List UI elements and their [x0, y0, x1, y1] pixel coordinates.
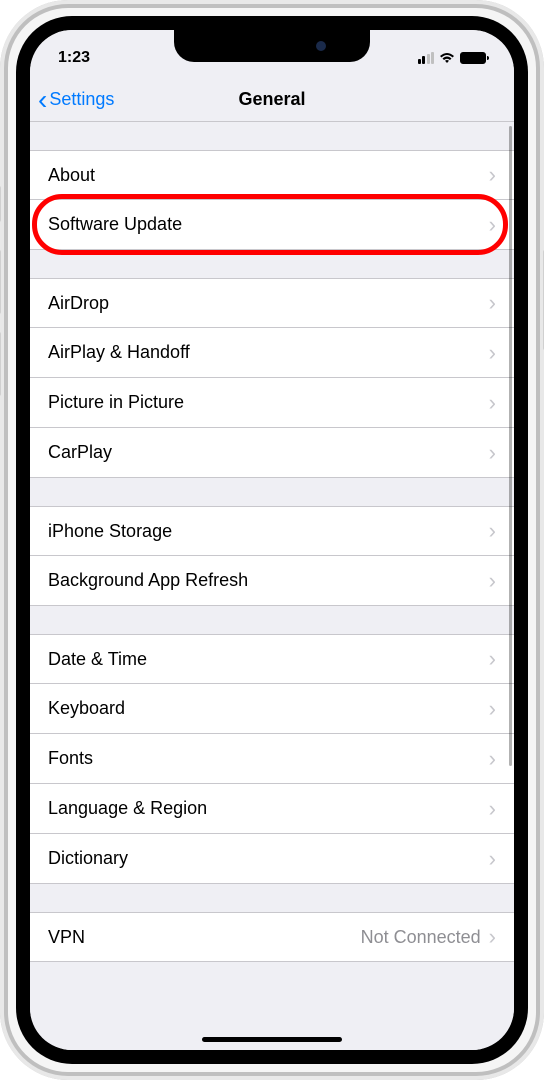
row-label: About	[48, 165, 489, 186]
row-iphone-storage[interactable]: iPhone Storage›	[30, 506, 514, 556]
row-label: CarPlay	[48, 442, 489, 463]
back-label: Settings	[49, 89, 114, 110]
row-fonts[interactable]: Fonts›	[30, 734, 514, 784]
back-button[interactable]: ‹ Settings	[30, 86, 114, 114]
chevron-right-icon: ›	[489, 520, 496, 542]
row-label: Picture in Picture	[48, 392, 489, 413]
row-airdrop[interactable]: AirDrop›	[30, 278, 514, 328]
content-scroll[interactable]: About›Software Update›AirDrop›AirPlay & …	[30, 122, 514, 1050]
chevron-right-icon: ›	[489, 570, 496, 592]
chevron-right-icon: ›	[489, 342, 496, 364]
wifi-icon	[439, 52, 455, 64]
chevron-right-icon: ›	[489, 442, 496, 464]
chevron-right-icon: ›	[489, 926, 496, 948]
row-label: AirDrop	[48, 293, 489, 314]
row-label: iPhone Storage	[48, 521, 489, 542]
row-carplay[interactable]: CarPlay›	[30, 428, 514, 478]
row-date-time[interactable]: Date & Time›	[30, 634, 514, 684]
row-label: Fonts	[48, 748, 489, 769]
status-time: 1:23	[58, 49, 90, 66]
row-label: Software Update	[48, 214, 489, 235]
row-label: Date & Time	[48, 649, 489, 670]
scroll-indicator	[509, 126, 512, 766]
row-airplay-handoff[interactable]: AirPlay & Handoff›	[30, 328, 514, 378]
notch	[174, 30, 370, 62]
chevron-right-icon: ›	[489, 798, 496, 820]
settings-section: Date & Time›Keyboard›Fonts›Language & Re…	[30, 634, 514, 884]
front-camera	[316, 41, 326, 51]
chevron-right-icon: ›	[489, 292, 496, 314]
chevron-right-icon: ›	[489, 392, 496, 414]
silent-switch	[0, 186, 1, 222]
chevron-right-icon: ›	[489, 214, 496, 236]
volume-up-button	[0, 250, 1, 314]
row-label: Language & Region	[48, 798, 489, 819]
page-title: General	[238, 89, 305, 110]
settings-section: VPNNot Connected ›	[30, 912, 514, 962]
chevron-right-icon: ›	[489, 748, 496, 770]
navigation-bar: ‹ Settings General	[30, 78, 514, 122]
row-keyboard[interactable]: Keyboard›	[30, 684, 514, 734]
row-label: Background App Refresh	[48, 570, 489, 591]
chevron-left-icon: ‹	[38, 86, 47, 114]
device-frame: 1:23	[0, 0, 544, 1080]
row-software-update[interactable]: Software Update›	[30, 200, 514, 250]
row-label: Dictionary	[48, 848, 489, 869]
row-label: Keyboard	[48, 698, 489, 719]
volume-down-button	[0, 332, 1, 396]
screen: 1:23	[30, 30, 514, 1050]
settings-section: iPhone Storage›Background App Refresh›	[30, 506, 514, 606]
row-dictionary[interactable]: Dictionary›	[30, 834, 514, 884]
row-background-app-refresh[interactable]: Background App Refresh›	[30, 556, 514, 606]
cellular-signal-icon	[418, 52, 435, 64]
row-label: AirPlay & Handoff	[48, 342, 489, 363]
chevron-right-icon: ›	[489, 698, 496, 720]
chevron-right-icon: ›	[489, 164, 496, 186]
row-about[interactable]: About›	[30, 150, 514, 200]
row-vpn[interactable]: VPNNot Connected ›	[30, 912, 514, 962]
chevron-right-icon: ›	[489, 848, 496, 870]
row-picture-in-picture[interactable]: Picture in Picture›	[30, 378, 514, 428]
battery-icon	[460, 52, 486, 64]
settings-section: About›Software Update›	[30, 150, 514, 250]
row-value: Not Connected	[361, 927, 481, 948]
row-label: VPN	[48, 927, 361, 948]
settings-section: AirDrop›AirPlay & Handoff›Picture in Pic…	[30, 278, 514, 478]
chevron-right-icon: ›	[489, 648, 496, 670]
row-language-region[interactable]: Language & Region›	[30, 784, 514, 834]
home-indicator[interactable]	[202, 1037, 342, 1042]
